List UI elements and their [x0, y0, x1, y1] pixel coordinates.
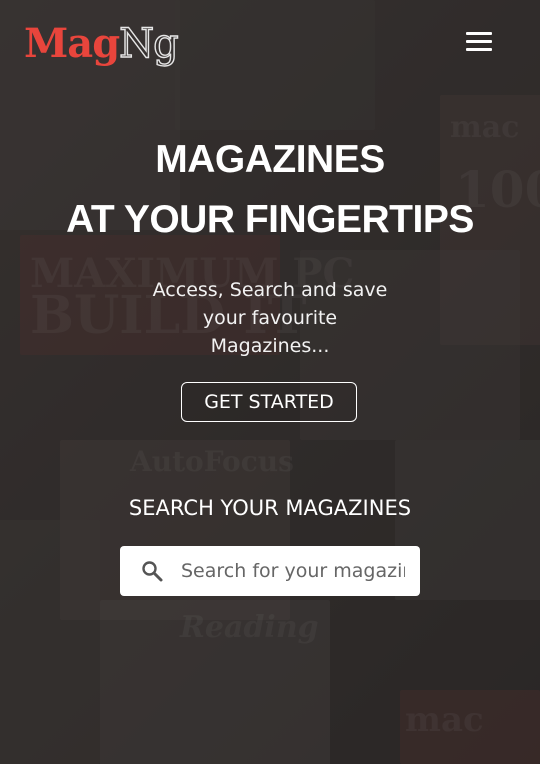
hero-section: MAGAZINES AT YOUR FINGERTIPS Access, Sea… — [0, 130, 540, 360]
search-box[interactable] — [120, 546, 420, 596]
search-input[interactable] — [180, 546, 405, 596]
hamburger-menu-icon[interactable] — [462, 30, 494, 54]
search-icon[interactable] — [140, 559, 164, 583]
get-started-button[interactable]: GET STARTED — [181, 382, 357, 422]
hero-description: Access, Search and save your favourite M… — [152, 279, 388, 357]
logo-ng-text: Ng — [118, 20, 179, 67]
hero-title-line1: MAGAZINES — [155, 138, 385, 181]
hero-title-line2: AT YOUR FINGERTIPS — [66, 198, 474, 241]
logo-mag-text: Mag — [24, 20, 120, 67]
search-section-title: SEARCH YOUR MAGAZINES — [128, 496, 412, 520]
header: MagNg — [0, 0, 540, 90]
logo[interactable]: MagNg — [24, 18, 179, 70]
